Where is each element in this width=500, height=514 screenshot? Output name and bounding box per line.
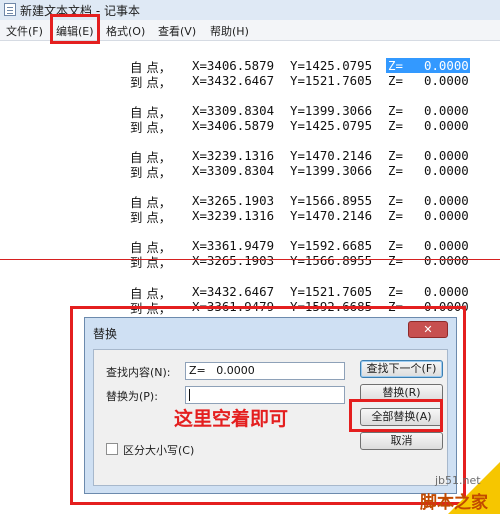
annotation-text: 这里空着即可: [174, 408, 289, 430]
x-value: X=3432.6467: [192, 73, 275, 88]
x-value: X=3309.8304: [192, 103, 275, 118]
point-label: 到 点，: [130, 120, 172, 135]
find-next-button[interactable]: 查找下一个(F): [360, 360, 443, 378]
z-value: 0.0000: [424, 118, 469, 133]
x-value: X=3361.9479: [192, 238, 275, 253]
y-value: Y=1470.2146: [290, 148, 373, 163]
text-line: 到 点， X=3309.8304 Y=1399.3066 Z= 0.0000: [0, 163, 469, 180]
z-label: Z=: [388, 73, 403, 88]
replace-all-highlight-box: [349, 399, 443, 432]
z-value: 0.0000: [424, 238, 469, 253]
z-label: Z=: [388, 148, 403, 163]
z-label: Z=: [388, 163, 403, 178]
text-line: 到 点， X=3432.6467 Y=1521.7605 Z= 0.0000: [0, 73, 469, 90]
text-line: 自 点， X=3309.8304 Y=1399.3066 Z= 0.0000: [0, 103, 469, 120]
z-label: Z=: [388, 284, 403, 299]
text-line: 到 点， X=3406.5879 Y=1425.0795 Z= 0.0000: [0, 118, 469, 135]
point-label: 到 点，: [130, 75, 172, 90]
z-label: Z=: [388, 238, 403, 253]
notepad-icon: [4, 3, 16, 16]
y-value: Y=1425.0795: [290, 58, 373, 73]
z-label: Z=: [388, 103, 403, 118]
replace-label: 替换为(P):: [106, 390, 158, 403]
text-line: 到 点， X=3239.1316 Y=1470.2146 Z= 0.0000: [0, 208, 469, 225]
z-value: 0.0000: [424, 208, 469, 223]
z-value: 0.0000: [424, 73, 469, 88]
find-input[interactable]: Z= 0.0000: [185, 362, 345, 380]
text-line: 自 点， X=3432.6467 Y=1521.7605 Z= 0.0000: [0, 284, 469, 301]
find-input-value: Z= 0.0000: [189, 364, 255, 377]
text-caret: [189, 389, 190, 401]
z-value: 0.0000: [424, 284, 469, 299]
y-value: Y=1521.7605: [290, 73, 373, 88]
z-label: Z=: [388, 193, 403, 208]
text-line: 自 点， X=3265.1903 Y=1566.8955 Z= 0.0000: [0, 193, 469, 210]
red-divider-line: [0, 259, 500, 260]
menu-file[interactable]: 文件(F): [6, 23, 43, 39]
cancel-button[interactable]: 取消: [360, 432, 443, 450]
z-label: Z=: [388, 253, 403, 268]
z-label: Z=: [388, 208, 403, 223]
dialog-title: 替换: [93, 327, 118, 341]
text-line: 到 点， X=3265.1903 Y=1566.8955 Z= 0.0000: [0, 253, 469, 270]
x-value: X=3265.1903: [192, 193, 275, 208]
watermark-site: jb51.net: [435, 474, 481, 487]
replace-input[interactable]: [185, 386, 345, 404]
y-value: Y=1399.3066: [290, 163, 373, 178]
y-value: Y=1566.8955: [290, 253, 373, 268]
z-value: 0.0000: [424, 193, 469, 208]
x-value: X=3309.8304: [192, 163, 275, 178]
x-value: X=3239.1316: [192, 208, 275, 223]
y-value: Y=1592.6685: [290, 238, 373, 253]
z-value: 0.0000: [424, 103, 469, 118]
close-icon[interactable]: ✕: [408, 321, 448, 338]
z-value: 0.0000: [424, 58, 469, 73]
z-value: 0.0000: [424, 148, 469, 163]
edit-menu-highlight-box: [50, 14, 100, 44]
point-label: 到 点，: [130, 255, 172, 270]
watermark-logo: 脚本之家: [420, 493, 488, 513]
text-line: 到 点， X=3361.9479 Y=1592.6685 Z= 0.0000: [0, 299, 469, 316]
point-label: 到 点，: [130, 210, 172, 225]
menu-view[interactable]: 查看(V): [158, 23, 196, 39]
z-label: Z=: [388, 58, 403, 73]
menu-help[interactable]: 帮助(H): [210, 23, 249, 39]
x-value: X=3406.5879: [192, 58, 275, 73]
y-value: Y=1425.0795: [290, 118, 373, 133]
y-value: Y=1470.2146: [290, 208, 373, 223]
text-line: 自 点， X=3361.9479 Y=1592.6685 Z= 0.0000: [0, 238, 469, 255]
y-value: Y=1399.3066: [290, 103, 373, 118]
y-value: Y=1521.7605: [290, 284, 373, 299]
z-value: 0.0000: [424, 163, 469, 178]
find-label: 查找内容(N):: [106, 366, 171, 379]
text-line: 自 点， X=3406.5879 Y=1425.0795 Z= 0.0000: [0, 58, 470, 75]
z-label: Z=: [388, 118, 403, 133]
text-line: 自 点， X=3239.1316 Y=1470.2146 Z= 0.0000: [0, 148, 469, 165]
point-label: 到 点，: [130, 165, 172, 180]
z-value: 0.0000: [424, 253, 469, 268]
x-value: X=3239.1316: [192, 148, 275, 163]
x-value: X=3265.1903: [192, 253, 275, 268]
match-case-label: 区分大小写(C): [123, 444, 195, 457]
y-value: Y=1566.8955: [290, 193, 373, 208]
menu-format[interactable]: 格式(O): [106, 23, 145, 39]
x-value: X=3432.6467: [192, 284, 275, 299]
x-value: X=3406.5879: [192, 118, 275, 133]
match-case-checkbox[interactable]: [106, 443, 118, 455]
